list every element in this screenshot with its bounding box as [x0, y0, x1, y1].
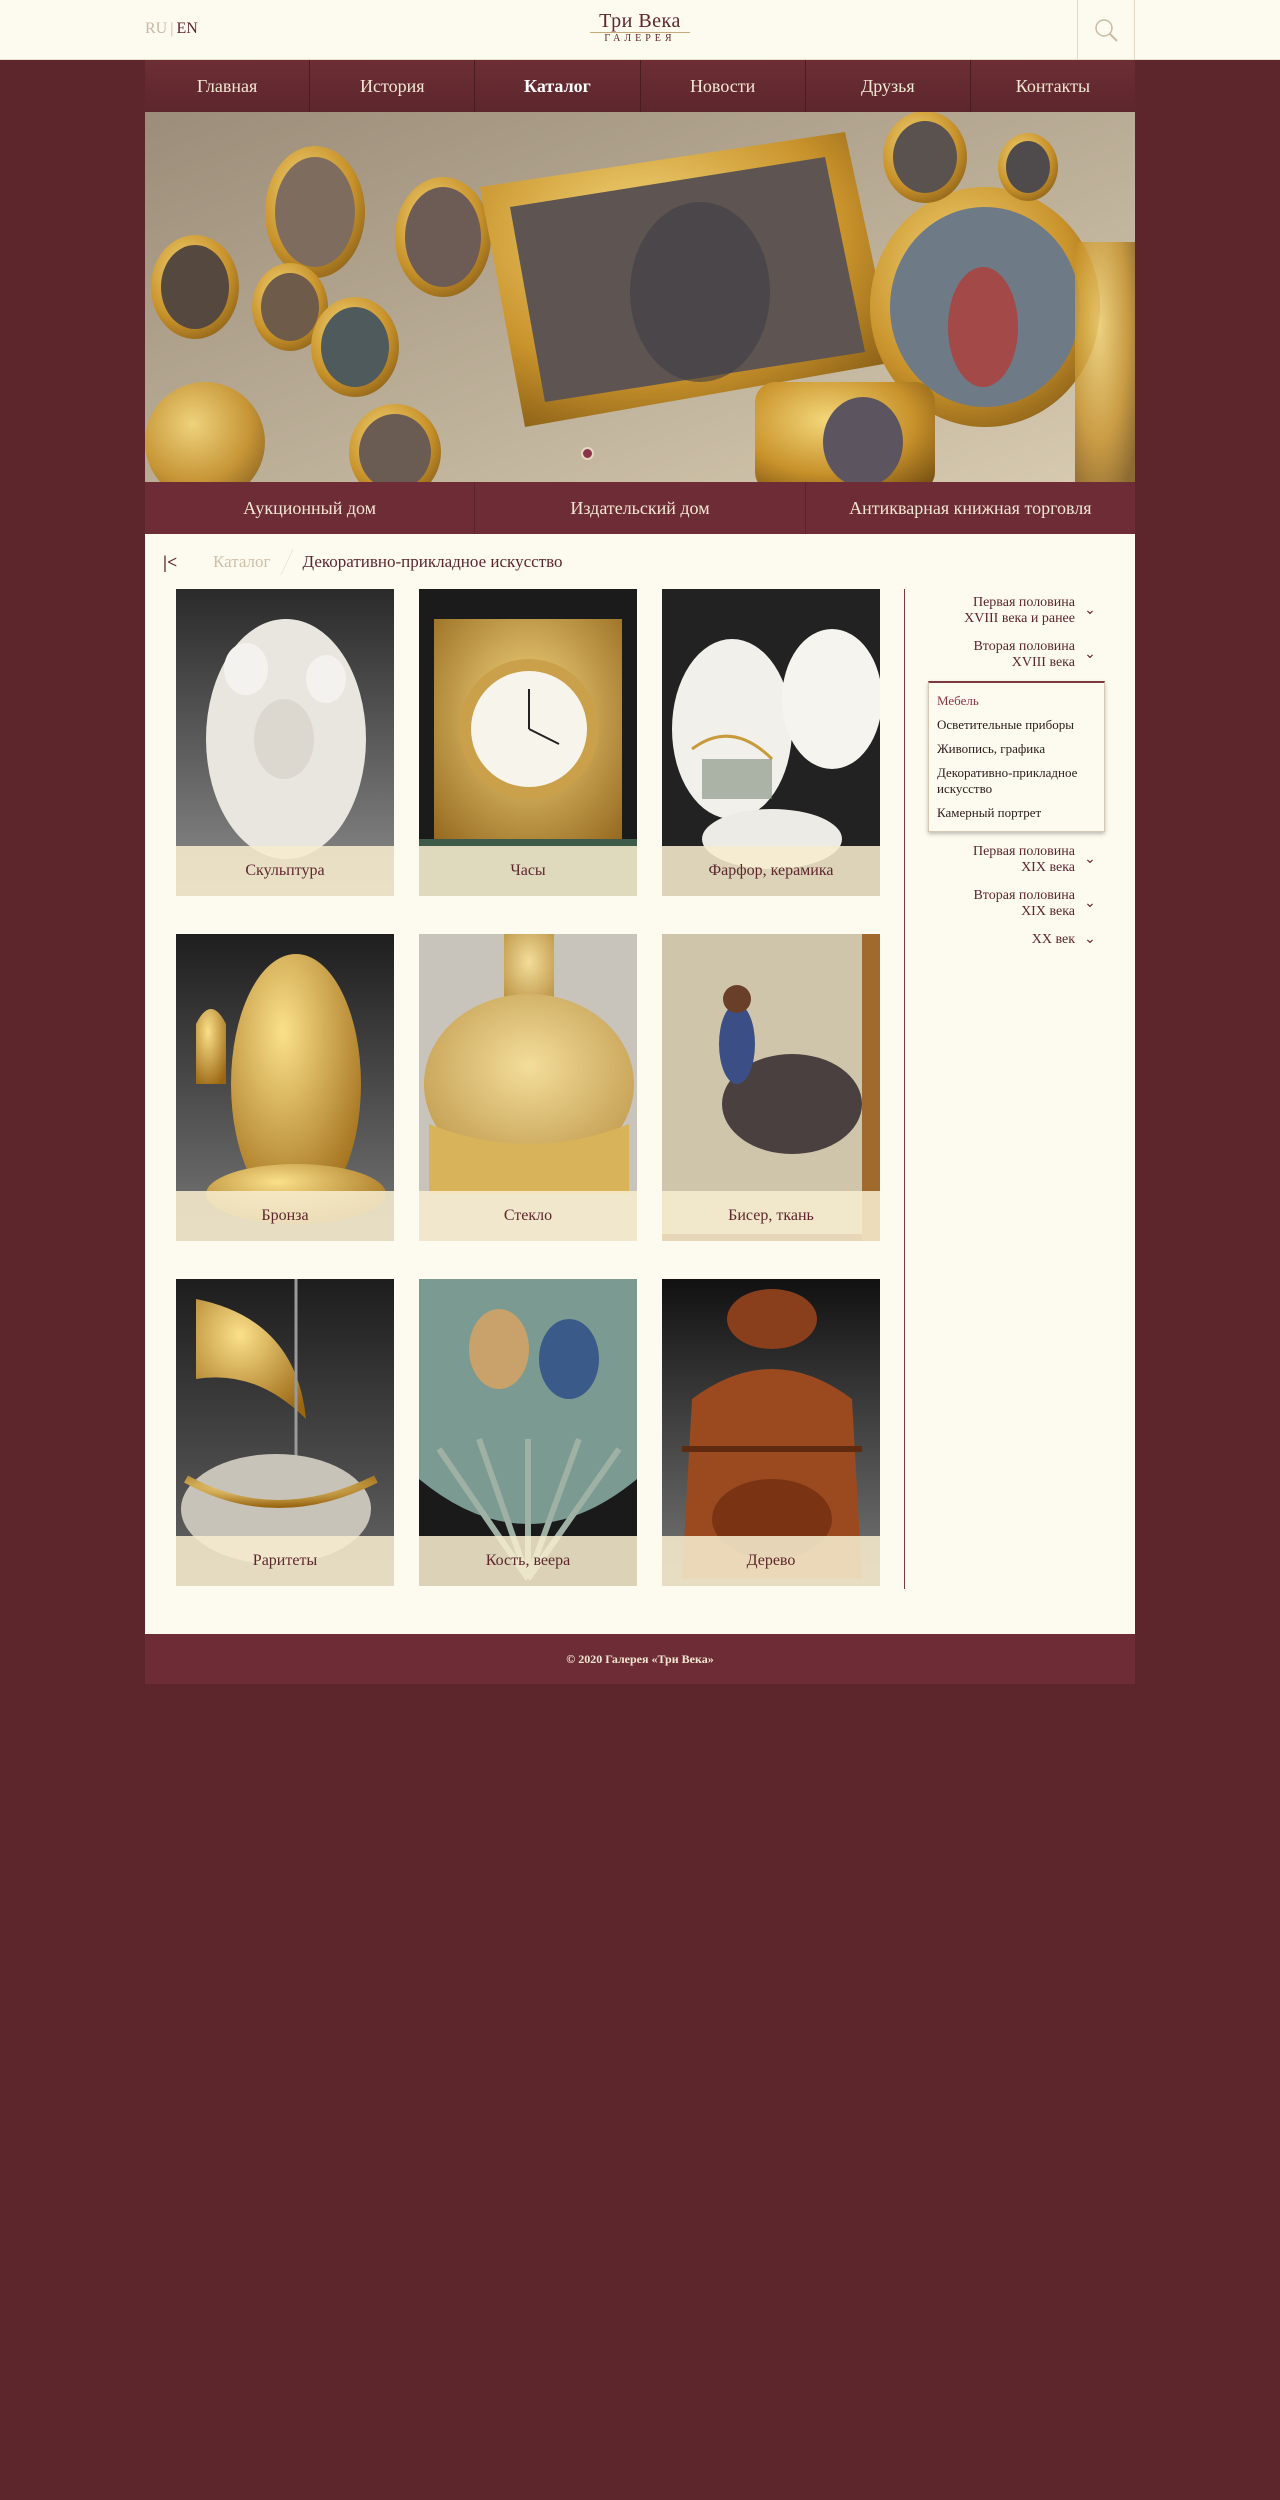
category-label: Часы [419, 846, 637, 896]
logo-subtitle: ГАЛЕРЕЯ [590, 32, 690, 45]
submenu-item-painting[interactable]: Живопись, графика [937, 737, 1096, 761]
breadcrumb-current: Декоративно-прикладное искусство [302, 552, 563, 571]
chevron-down-icon[interactable]: ⌄ [1075, 932, 1105, 948]
search-icon [1095, 19, 1118, 42]
category-card-bone-fans[interactable]: Кость, веера [419, 1279, 637, 1586]
category-label: Бронза [176, 1191, 394, 1241]
category-label: Стекло [419, 1191, 637, 1241]
sidebar-item-label: XIX века [1021, 860, 1075, 875]
language-switcher: RU | EN [145, 20, 198, 38]
nav-item-catalog[interactable]: Каталог [475, 60, 641, 112]
sidebar-item-period-1[interactable]: Первая половина XVIII века и ранее ⌄ [928, 589, 1105, 633]
hero-slider[interactable] [145, 112, 1135, 482]
catalog-content: |< Каталог Декоративно-прикладное искусс… [145, 534, 1135, 1634]
sidebar-item-period-4[interactable]: Вторая половина XIX века ⌄ [928, 882, 1105, 926]
footer: © 2020 Галерея «Три Века» [145, 1634, 1135, 1684]
slider-dots [581, 447, 594, 460]
sidebar-item-label: XVIII века [1011, 655, 1075, 670]
category-card-sculpture[interactable]: Скульптура [176, 589, 394, 896]
sidebar-submenu: Мебель Осветительные приборы Живопись, г… [928, 681, 1105, 832]
sidebar-item-label: Вторая половина [973, 639, 1075, 654]
sidebar-item-period-3[interactable]: Первая половина XIX века ⌄ [928, 838, 1105, 882]
sidebar-item-label: Первая половина [972, 844, 1075, 859]
category-label: Раритеты [176, 1536, 394, 1586]
sidebar-item-label: XX век [1031, 932, 1075, 947]
sidebar-item-label: XIX века [1021, 904, 1075, 919]
sidebar-item-label: Вторая половина [973, 888, 1075, 903]
period-sidebar: Первая половина XVIII века и ранее ⌄ Втор… [928, 589, 1105, 954]
slider-dot[interactable] [581, 447, 594, 460]
category-card-wood[interactable]: Дерево [662, 1279, 880, 1586]
breadcrumb-catalog[interactable]: Каталог [213, 552, 271, 572]
main-nav: Главная История Каталог Новости Друзья К… [145, 60, 1135, 112]
chevron-down-icon[interactable]: ⌄ [1075, 647, 1105, 663]
lang-ru-link[interactable]: RU [145, 20, 167, 37]
submenu-item-furniture[interactable]: Мебель [937, 689, 1096, 713]
sidebar-item-period-2[interactable]: Вторая половина XVIII века ⌄ [928, 633, 1105, 677]
breadcrumb: |< Каталог Декоративно-прикладное искусс… [163, 549, 563, 575]
nav-item-home[interactable]: Главная [145, 60, 311, 112]
nav-item-history[interactable]: История [310, 60, 476, 112]
sidebar-divider [904, 589, 905, 1589]
sidebar-item-label: Первая половина [972, 595, 1075, 610]
hero-image [145, 112, 1135, 482]
chevron-down-icon[interactable]: ⌄ [1075, 603, 1105, 619]
subnav-item-bookstore[interactable]: Антикварная книжная торговля [806, 482, 1135, 534]
subnav-item-publishing[interactable]: Издательский дом [475, 482, 806, 534]
search-button[interactable] [1077, 0, 1135, 60]
nav-item-contacts[interactable]: Контакты [971, 60, 1135, 112]
top-bar: RU | EN Три Века ГАЛЕРЕЯ [0, 0, 1280, 60]
nav-item-friends[interactable]: Друзья [806, 60, 971, 112]
lang-en-link[interactable]: EN [176, 20, 197, 37]
lang-separator: | [170, 20, 174, 37]
sub-nav: Аукционный дом Издательский дом Антиквар… [145, 482, 1135, 534]
sidebar-item-period-5[interactable]: XX век ⌄ [928, 926, 1105, 954]
logo-title: Три Века [599, 10, 681, 32]
category-card-rarities[interactable]: Раритеты [176, 1279, 394, 1586]
submenu-item-portrait[interactable]: Камерный портрет [937, 801, 1096, 825]
main-wrapper: Главная История Каталог Новости Друзья К… [145, 60, 1135, 1684]
subnav-item-auction[interactable]: Аукционный дом [145, 482, 476, 534]
chevron-down-icon[interactable]: ⌄ [1075, 896, 1105, 912]
category-card-bronze[interactable]: Бронза [176, 934, 394, 1241]
submenu-item-lighting[interactable]: Осветительные приборы [937, 713, 1096, 737]
category-label: Скульптура [176, 846, 394, 896]
breadcrumb-separator [276, 549, 297, 575]
back-to-start-icon[interactable]: |< [163, 552, 183, 573]
footer-copyright: © 2020 Галерея «Три Века» [566, 1651, 714, 1666]
category-label: Фарфор, керамика [662, 846, 880, 896]
category-card-porcelain[interactable]: Фарфор, керамика [662, 589, 880, 896]
site-logo[interactable]: Три Века ГАЛЕРЕЯ [590, 10, 690, 45]
category-card-glass[interactable]: Стекло [419, 934, 637, 1241]
chevron-down-icon[interactable]: ⌄ [1075, 852, 1105, 868]
nav-item-news[interactable]: Новости [641, 60, 806, 112]
category-card-beads-textile[interactable]: Бисер, ткань [662, 934, 880, 1241]
category-card-clocks[interactable]: Часы [419, 589, 637, 896]
category-label: Дерево [662, 1536, 880, 1586]
category-label: Кость, веера [419, 1536, 637, 1586]
sidebar-item-label: XVIII века и ранее [964, 611, 1075, 626]
submenu-item-decorative-arts[interactable]: Декоративно-прикладное искусство [937, 761, 1096, 801]
category-label: Бисер, ткань [662, 1191, 880, 1241]
